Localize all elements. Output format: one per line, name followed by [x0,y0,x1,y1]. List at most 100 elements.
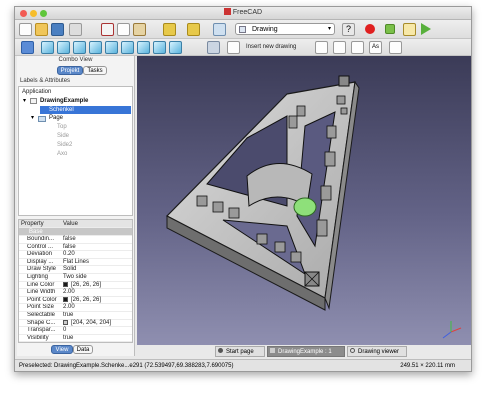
new-page-icon[interactable] [227,41,240,54]
annotation-icon[interactable] [351,41,364,54]
property-value[interactable]: 0.20 [63,251,75,259]
tab-start-page[interactable]: Start page [215,346,265,357]
tree-drawingexample[interactable]: DrawingExample [40,98,88,105]
property-value[interactable]: 0 [63,327,66,335]
property-row[interactable]: Deviation 0.20 [19,251,132,259]
property-value[interactable]: Two side [63,274,87,282]
property-row[interactable]: Transpar... 0 [19,327,132,335]
drawingexample-tab-label: DrawingExample : 1 [278,349,332,355]
property-row[interactable]: Shape C... [204, 204, 204] [19,319,132,328]
status-dimensions: 249.51 × 220.11 mm [400,363,455,369]
property-row[interactable]: Line Color [26, 26, 26] [19,281,132,290]
save-icon[interactable] [51,23,64,36]
cad-model[interactable] [137,56,471,345]
right-view-icon[interactable] [89,41,102,54]
rear-view-icon[interactable] [105,41,118,54]
workbench-label: Drawing [252,26,278,33]
new-document-icon[interactable] [19,23,32,36]
property-name: Lighting [27,274,49,280]
measure-icon[interactable] [207,41,220,54]
property-value-text: true [63,312,74,318]
insert-new-drawing-label[interactable]: Insert new drawing [246,44,296,50]
refresh-icon[interactable] [213,23,226,36]
property-value[interactable]: true [63,312,73,320]
property-row[interactable]: Point Size 2.00 [19,304,132,312]
fit-all-icon[interactable] [21,41,34,54]
tree-application[interactable]: Application [22,89,51,96]
property-row[interactable]: Visibility true [19,335,132,343]
export-page-icon[interactable] [389,41,402,54]
tree-expander-icon[interactable]: ▾ [23,98,26,105]
property-value[interactable]: [26, 26, 26] [63,296,102,305]
copy-icon[interactable] [117,23,130,36]
property-value[interactable]: [204, 204, 204] [63,319,111,328]
property-value[interactable]: 2.00 [63,304,75,312]
tab-drawing-viewer[interactable]: Drawing viewer [347,346,407,357]
left-view-icon[interactable] [137,41,150,54]
property-row[interactable]: Selectable true [19,312,132,320]
property-value[interactable]: true [63,335,73,343]
tree-side2[interactable]: Side2 [57,142,72,149]
property-name: Shape C... [27,319,56,326]
cut-icon[interactable] [101,23,114,36]
tab-tasks[interactable]: Tasks [83,66,107,75]
whatsthis-icon[interactable]: ? [342,23,355,36]
property-row[interactable]: Draw Style Solid [19,266,132,274]
cube-view-icon[interactable] [169,41,182,54]
tab-projekt[interactable]: Projekt [57,66,83,75]
property-value-text: [26, 26, 26] [71,281,102,288]
status-bar: Preselected: DrawingExample.Schenke...e2… [15,359,471,371]
tree-expander-icon[interactable]: ▾ [31,115,34,122]
property-value[interactable]: Solid [63,266,76,274]
paste-icon[interactable] [133,23,146,36]
redo-icon[interactable] [187,23,200,36]
tree-top[interactable]: Top [57,124,67,131]
property-row[interactable]: Line Width 2.00 [19,289,132,297]
tab-view[interactable]: View [51,345,73,354]
open-icon[interactable] [35,23,48,36]
print-icon[interactable] [69,23,82,36]
property-row[interactable]: Display ... Flat Lines [19,259,132,267]
tree-axo[interactable]: Axo [57,151,67,158]
property-value[interactable]: Flat Lines [63,259,89,267]
bottom-view-icon[interactable] [121,41,134,54]
tree-page[interactable]: Page [49,115,63,122]
property-value[interactable]: false [63,236,76,244]
workbench-selector[interactable]: Drawing ▾ [235,23,335,35]
preselected-part-highlight[interactable] [293,197,317,217]
front-view-icon[interactable] [57,41,70,54]
property-name: Draw Style [27,266,57,273]
tab-data[interactable]: Data [73,345,93,354]
property-row[interactable]: Control ... false [19,244,132,252]
property-name: Line Color [27,281,55,288]
isometric-view-icon[interactable] [153,41,166,54]
drawing-viewer-label: Drawing viewer [358,349,400,355]
top-view-icon[interactable] [73,41,86,54]
property-value-text: [26, 26, 26] [71,296,102,303]
undo-icon[interactable] [163,23,176,36]
property-row[interactable]: Lighting Two side [19,274,132,282]
stop-macro-icon[interactable] [385,24,395,34]
property-value[interactable]: false [63,244,76,252]
property-table-header: Property Value [19,220,132,228]
ortho-views-icon[interactable] [333,41,346,54]
property-row[interactable]: Point Color [26, 26, 26] [19,296,132,305]
execute-macro-icon[interactable] [421,23,431,35]
property-value[interactable]: [26, 26, 26] [63,281,102,290]
insert-view-icon[interactable] [315,41,328,54]
3d-viewport[interactable] [137,56,471,345]
axonometric-icon[interactable] [41,41,54,54]
record-macro-icon[interactable] [365,24,375,34]
property-row[interactable]: Boundin... false [19,236,132,244]
tree-side[interactable]: Side [57,133,69,140]
macros-icon[interactable] [403,23,416,36]
drawing-viewer-icon [350,348,355,353]
property-value-text: 0.20 [63,251,75,258]
property-value[interactable]: 2.00 [63,289,75,297]
tree-schenkel[interactable]: Schenkel [49,107,74,114]
clip-icon[interactable]: As [369,41,382,54]
property-value-text: false [63,236,76,242]
tab-drawingexample[interactable]: DrawingExample : 1 [267,346,345,357]
document-icon [30,98,37,104]
property-value-text: false [63,243,76,250]
